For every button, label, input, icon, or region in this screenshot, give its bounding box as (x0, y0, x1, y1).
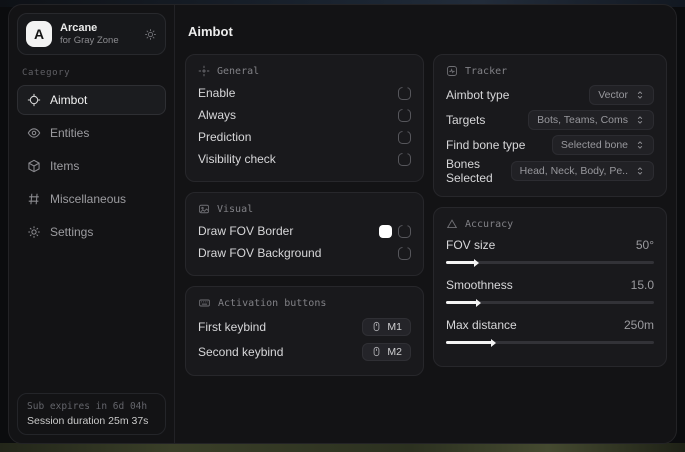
eye-icon (27, 126, 41, 140)
game-background-bottom (0, 443, 685, 452)
category-label: Category (22, 68, 71, 78)
setting-row: Second keybind M2 (198, 339, 411, 364)
session-duration-text: Session duration 25m 37s (27, 415, 149, 427)
tracker-card-title: Tracker (446, 65, 654, 77)
mouse-icon (371, 321, 382, 332)
setting-row: Always (198, 104, 411, 126)
always-checkbox[interactable] (398, 108, 411, 122)
second-keybind-button[interactable]: M2 (362, 342, 411, 361)
setting-row: First keybind M1 (198, 314, 411, 339)
sidebar-item-aimbot[interactable]: Aimbot (17, 85, 166, 115)
brand-text: Arcane for Gray Zone (60, 22, 119, 47)
triangle-icon (446, 218, 458, 230)
setting-row: Draw FOV Background (198, 242, 411, 264)
setting-row: Enable (198, 82, 411, 104)
find-bone-type-dropdown[interactable]: Selected bone (551, 134, 654, 155)
setting-row: Aimbot type Vector (446, 82, 654, 107)
brand-logo: A (26, 21, 52, 47)
accuracy-card: Accuracy FOV size 50° Smoothness 15.0 Ma… (433, 207, 667, 367)
gear-icon (27, 225, 41, 239)
aimbot-type-dropdown[interactable]: Vector (589, 84, 654, 105)
setting-row: Bones Selected Head, Neck, Body, Pe.. (446, 157, 654, 185)
fov-size-slider[interactable] (446, 261, 654, 264)
targets-dropdown[interactable]: Bots, Teams, Coms (528, 109, 654, 130)
general-card: General Enable Always Prediction Visibil… (185, 54, 424, 182)
fov-size-value: 50° (635, 238, 654, 252)
box-icon (27, 159, 41, 173)
sidebar-item-label: Miscellaneous (50, 192, 127, 206)
keyboard-icon (198, 297, 211, 309)
activation-card-title: Activation buttons (198, 297, 411, 309)
prediction-checkbox[interactable] (398, 130, 411, 144)
sidebar-item-miscellaneous[interactable]: Miscellaneous (17, 184, 166, 214)
page-title: Aimbot (188, 24, 233, 39)
max-distance-setting: Max distance 250m (446, 315, 654, 344)
sidebar-item-label: Entities (50, 126, 90, 140)
cheat-menu-window: A Arcane for Gray Zone Category Aimbot E… (8, 4, 677, 444)
image-icon (198, 203, 210, 215)
smoothness-setting: Smoothness 15.0 (446, 275, 654, 304)
accuracy-card-title: Accuracy (446, 218, 654, 230)
brand-header: A Arcane for Gray Zone (17, 13, 166, 55)
sidebar-item-label: Settings (50, 225, 94, 239)
activation-buttons-card: Activation buttons First keybind M1 Seco… (185, 286, 424, 376)
sidebar-item-items[interactable]: Items (17, 151, 166, 181)
sub-expires-text: Sub expires in 6d 04h (27, 401, 148, 412)
main-content: Aimbot General Enable Always Prediction … (175, 5, 676, 443)
visibility-check-checkbox[interactable] (398, 152, 411, 166)
draw-fov-border-checkbox[interactable] (398, 224, 411, 238)
bones-selected-dropdown[interactable]: Head, Neck, Body, Pe.. (510, 161, 654, 181)
brand-subtitle: for Gray Zone (60, 34, 119, 46)
first-keybind-button[interactable]: M1 (362, 317, 411, 336)
subscription-status-card: Sub expires in 6d 04h Session duration 2… (17, 393, 166, 435)
unfold-icon (635, 140, 645, 150)
setting-row: Prediction (198, 126, 411, 148)
setting-row: Visibility check (198, 148, 411, 170)
unfold-icon (635, 166, 645, 176)
gear-icon[interactable] (144, 28, 157, 41)
unfold-icon (635, 90, 645, 100)
general-card-title: General (198, 65, 411, 77)
visual-card: Visual Draw FOV Border Draw FOV Backgrou… (185, 192, 424, 276)
hash-icon (27, 192, 41, 206)
setting-row: Targets Bots, Teams, Coms (446, 107, 654, 132)
setting-row: Find bone type Selected bone (446, 132, 654, 157)
max-distance-slider[interactable] (446, 341, 654, 344)
sidebar-item-label: Aimbot (50, 93, 88, 107)
visual-card-title: Visual (198, 203, 411, 215)
smoothness-slider[interactable] (446, 301, 654, 304)
setting-row: Draw FOV Border (198, 220, 411, 242)
sidebar-item-settings[interactable]: Settings (17, 217, 166, 247)
smoothness-value: 15.0 (630, 278, 654, 292)
fov-size-setting: FOV size 50° (446, 235, 654, 264)
activity-icon (446, 65, 458, 77)
draw-fov-background-checkbox[interactable] (398, 246, 411, 260)
sidebar-item-label: Items (50, 159, 80, 173)
crosshair-icon (198, 65, 210, 77)
enable-checkbox[interactable] (398, 86, 411, 100)
max-distance-value: 250m (623, 318, 654, 332)
unfold-icon (635, 115, 645, 125)
mouse-icon (371, 346, 382, 357)
brand-name: Arcane (60, 21, 98, 34)
sidebar-item-entities[interactable]: Entities (17, 118, 166, 148)
sidebar: A Arcane for Gray Zone Category Aimbot E… (9, 5, 175, 443)
fov-border-color-swatch[interactable] (379, 224, 392, 238)
crosshair-icon (27, 93, 41, 107)
tracker-card: Tracker Aimbot type Vector Targets Bots,… (433, 54, 667, 197)
